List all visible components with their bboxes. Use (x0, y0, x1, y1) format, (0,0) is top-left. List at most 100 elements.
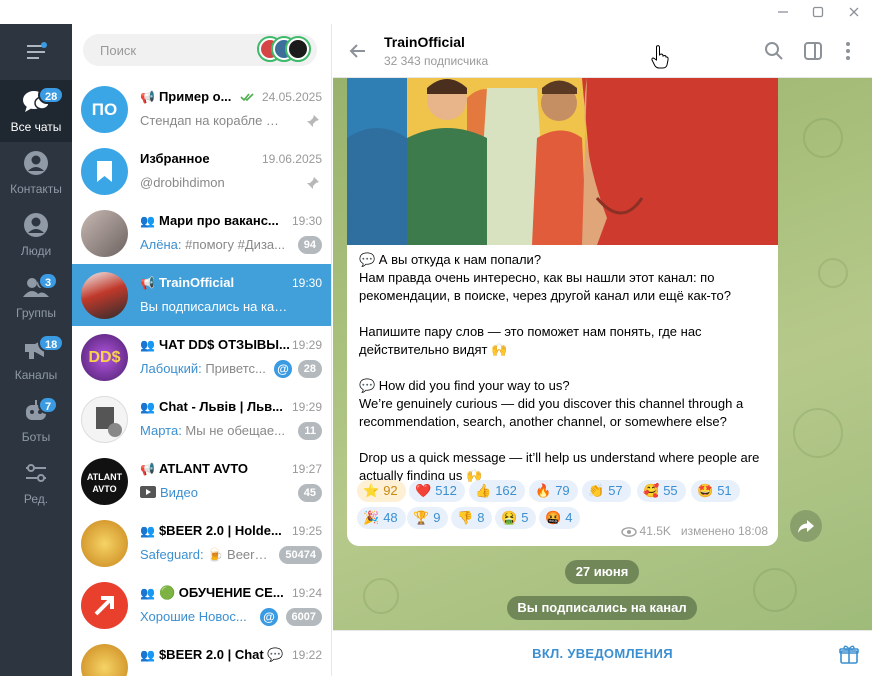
hand-cursor-icon (651, 45, 669, 69)
folder-label: Ред. (23, 492, 49, 506)
folder-bots[interactable]: 7 Боты (0, 390, 72, 452)
chat-item[interactable]: 👥 Мари про ваканс... 19:30 Алёна: #помогу… (72, 202, 331, 264)
chat-time: 19:29 (291, 400, 322, 414)
chat-time: 19:24 (291, 586, 322, 600)
chat-title: 👥 $BEER 2.0 | Holde... (140, 523, 282, 538)
channel-icon: 📢 (140, 90, 155, 104)
reaction-love-face[interactable]: 🥰 55 (637, 480, 686, 502)
unread-badge: 28 (297, 360, 322, 378)
chat-item[interactable]: 👥 🟢 ОБУЧЕНИЕ СЕ... 19:24 Хорошие Новос...… (72, 574, 331, 636)
avatar-logo: ATLANT AVTO (86, 472, 123, 494)
forward-button[interactable] (790, 510, 822, 542)
close-window-button[interactable] (836, 0, 872, 24)
unread-badge: 11 (298, 422, 322, 440)
avatar: DD$ (81, 334, 128, 381)
reaction-vomit[interactable]: 🤮 5 (495, 507, 537, 529)
folder-groups[interactable]: 3 Группы (0, 266, 72, 328)
stories-strip[interactable] (257, 36, 315, 64)
chat-header[interactable]: TrainOfficial 32 343 подписчика (333, 24, 872, 78)
chat-time: 24.05.2025 (261, 90, 322, 104)
folder-badge: 28 (38, 86, 65, 104)
folder-channels[interactable]: 18 Каналы (0, 328, 72, 390)
chat-preview: Стендап на корабле — ... (140, 113, 290, 128)
folder-edit[interactable]: Ред. (0, 452, 72, 514)
folder-rail: 28 Все чаты Контакты Люди 3 Группы 18 Ка… (0, 24, 72, 676)
chat-preview: Видео (140, 485, 290, 500)
story-avatar[interactable] (285, 36, 311, 62)
reaction-star[interactable]: ⭐ 92 (357, 480, 406, 502)
chat-preview: Алёна: #помогу #Диза... (140, 237, 285, 252)
avatar (81, 396, 128, 443)
chat-item[interactable]: ATLANT AVTO 📢 ATLANT AVTO 19:27 Видео 45 (72, 450, 331, 512)
unread-badge: 45 (297, 484, 322, 502)
folder-people[interactable]: Люди (0, 204, 72, 266)
back-arrow-icon[interactable] (347, 40, 369, 62)
reaction-clap[interactable]: 👏 57 (582, 480, 631, 502)
bookmark-icon (97, 161, 112, 182)
chat-item[interactable]: 👥 Chat - Львів | Льв... 19:29 Марта: Мы н… (72, 388, 331, 450)
chat-title: 👥 🟢 ОБУЧЕНИЕ СЕ... (140, 585, 284, 600)
reaction-thumbs-up[interactable]: 👍 162 (469, 480, 525, 502)
chat-preview: Хорошие Новос... (140, 609, 247, 624)
search-icon[interactable] (763, 40, 785, 62)
channel-icon: 📢 (140, 462, 155, 476)
chat-title: 👥 Chat - Львів | Льв... (140, 399, 283, 414)
chat-item[interactable]: Избранное 19.06.2025 @drobihdimon (72, 140, 331, 202)
mention-badge: @ (274, 360, 292, 378)
folder-contacts[interactable]: Контакты (0, 142, 72, 204)
avatar (81, 210, 128, 257)
avatar: ATLANT AVTO (81, 458, 128, 505)
group-icon: 👥 (140, 400, 155, 414)
maximize-button[interactable] (800, 0, 836, 24)
chat-time: 19.06.2025 (261, 152, 322, 166)
avatar (81, 148, 128, 195)
folder-label: Контакты (10, 182, 62, 196)
minimize-icon (778, 11, 788, 13)
folder-all-chats[interactable]: 28 Все чаты (0, 80, 72, 142)
subscriber-count: 32 343 подписчика (384, 54, 489, 68)
channel-title[interactable]: TrainOfficial (384, 34, 465, 50)
unread-badge: 94 (297, 236, 322, 254)
reaction-angry[interactable]: 🤬 4 (539, 507, 581, 529)
chat-time: 19:30 (291, 276, 322, 290)
pin-icon (307, 177, 319, 189)
search-input[interactable]: Поиск (83, 34, 317, 66)
chat-item[interactable]: ПО 📢 Пример о... 24.05.2025 Стендап на ко… (72, 78, 331, 140)
chat-time: 19:27 (291, 462, 322, 476)
avatar (81, 644, 128, 676)
more-vertical-icon[interactable] (837, 40, 859, 62)
wallpaper-doodle (753, 568, 797, 612)
chat-item[interactable]: DD$ 👥 ЧАТ DD$ ОТЗЫВЫ... 19:29 Лабоцкий: П… (72, 326, 331, 388)
post-image[interactable] (347, 78, 778, 245)
chat-item-active[interactable]: 📢 TrainOfficial 19:30 Вы подписались на к… (72, 264, 331, 326)
edit-filters-icon (26, 464, 46, 482)
read-checks-icon (240, 93, 254, 102)
reaction-trophy[interactable]: 🏆 9 (407, 507, 449, 529)
unread-badge: 6007 (285, 608, 322, 626)
channel-post[interactable]: 💬 А вы откуда к нам попали? Нам правда о… (347, 78, 778, 546)
reaction-fire[interactable]: 🔥 79 (529, 480, 578, 502)
search-placeholder: Поиск (100, 43, 137, 58)
chat-title: 👥 $BEER 2.0 | Chat 💬 (140, 647, 284, 662)
sidebar-toggle-icon[interactable] (802, 40, 824, 62)
menu-button[interactable] (24, 42, 48, 62)
avatar (81, 520, 128, 567)
chat-title: 📢 TrainOfficial (140, 275, 235, 290)
reaction-party[interactable]: 🎉 48 (357, 507, 406, 529)
chat-item[interactable]: 👥 $BEER 2.0 | Holde... 19:25 Safeguard: 🍺… (72, 512, 331, 574)
minimize-button[interactable] (765, 0, 801, 24)
post-text: 💬 А вы откуда к нам попали? Нам правда о… (359, 252, 760, 483)
gift-icon[interactable] (838, 643, 860, 665)
chat-preview: Вы подписались на канал (140, 299, 290, 314)
mention-badge: @ (260, 608, 278, 626)
folder-label: Каналы (14, 368, 58, 382)
folder-badge: 18 (38, 334, 65, 352)
enable-notifications-button[interactable]: ВКЛ. УВЕДОМЛЕНИЯ (333, 631, 872, 676)
people-illustration (347, 78, 778, 245)
chat-preview: ... (140, 671, 290, 676)
chat-item[interactable]: 👥$BEER 2.0 | Chat 💬 19:22 ... (72, 636, 331, 676)
chat-background: 💬 А вы откуда к нам попали? Нам правда о… (333, 78, 872, 630)
reaction-star-eyes[interactable]: 🤩 51 (691, 480, 740, 502)
reaction-thumbs-down[interactable]: 👎 8 (451, 507, 493, 529)
reaction-heart[interactable]: ❤️ 512 (409, 480, 465, 502)
